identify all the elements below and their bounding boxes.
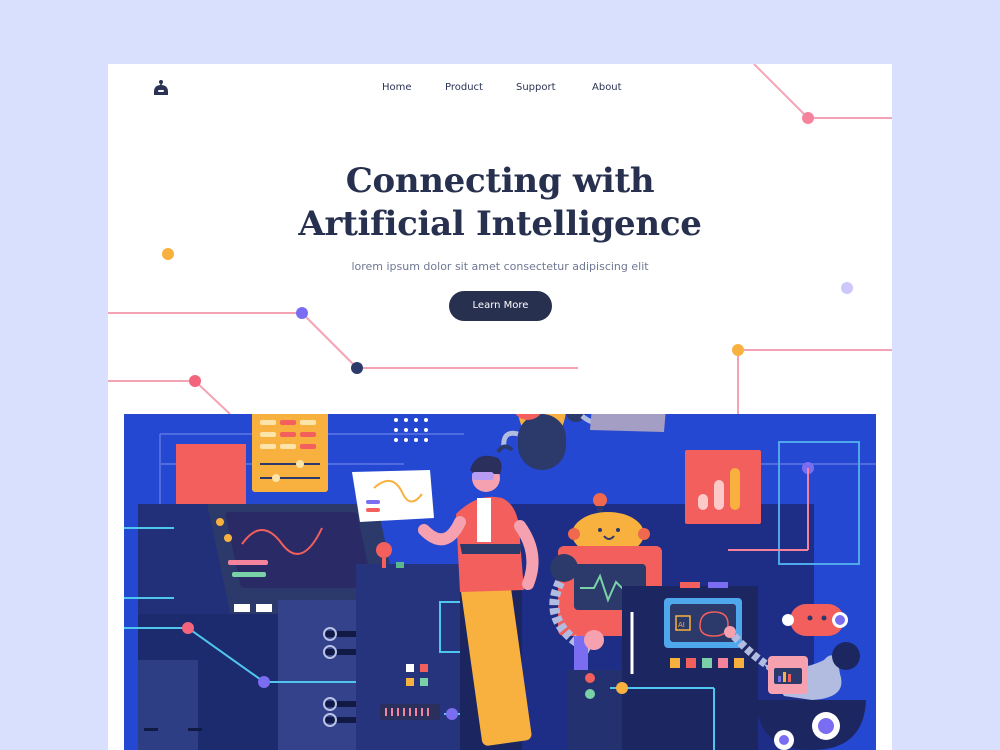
red-node bbox=[189, 375, 201, 387]
tablet-icon bbox=[352, 470, 434, 522]
hero-title: Connecting with Artificial Intelligence bbox=[108, 160, 892, 246]
pink-node bbox=[802, 112, 814, 124]
yellow-node bbox=[162, 248, 174, 260]
orange-node bbox=[732, 344, 744, 356]
landing-card: Home Product Support About Connecting wi… bbox=[108, 64, 892, 750]
nav-about[interactable]: About bbox=[592, 82, 622, 93]
red-block bbox=[176, 444, 246, 510]
hero-title-line-2: Artificial Intelligence bbox=[298, 204, 702, 244]
nav-support[interactable]: Support bbox=[516, 82, 556, 93]
hero-subtitle: lorem ipsum dolor sit amet consectetur a… bbox=[351, 260, 649, 273]
ai-illustration: AI bbox=[124, 414, 876, 750]
clipboard-icon bbox=[590, 414, 666, 432]
learn-more-button[interactable]: Learn More bbox=[449, 291, 552, 321]
nav-product[interactable]: Product bbox=[445, 82, 483, 93]
robot-head-icon[interactable] bbox=[152, 79, 170, 97]
lavender-node bbox=[841, 282, 853, 294]
purple-node bbox=[296, 307, 308, 319]
navy-node bbox=[351, 362, 363, 374]
bar-chart-icon bbox=[685, 450, 761, 524]
nav-home[interactable]: Home bbox=[382, 82, 412, 93]
calculator-icon bbox=[252, 414, 328, 492]
svg-text:AI: AI bbox=[678, 621, 685, 629]
hero-title-line-1: Connecting with bbox=[345, 161, 655, 201]
